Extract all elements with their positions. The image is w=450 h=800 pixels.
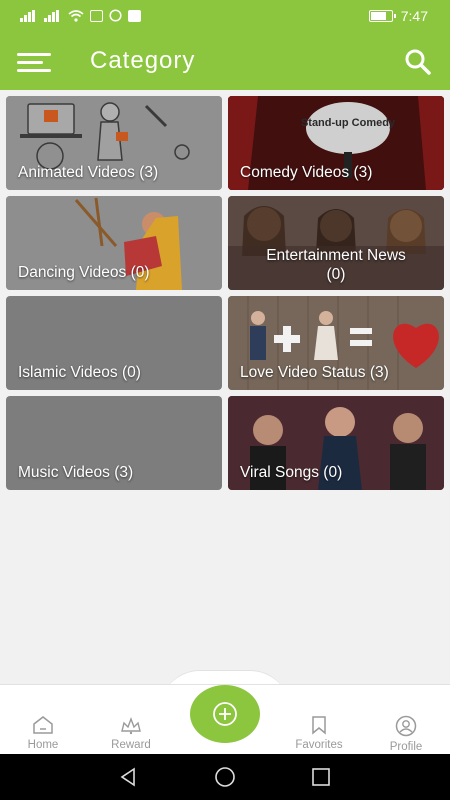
category-tile-music[interactable]: Music Videos (3) [6,396,222,490]
nav-reward[interactable]: Reward [96,715,166,751]
whatsapp-icon [109,9,122,22]
category-label: Music Videos (3) [18,464,134,481]
category-label: Dancing Videos (0) [18,264,150,281]
status-bar: 7:47 [0,0,450,34]
app-notification-icon [128,9,141,22]
category-tile-love[interactable]: Love Video Status (3) [228,296,444,390]
nav-reward-label: Reward [111,739,151,751]
recents-icon[interactable] [310,766,332,788]
category-tile-comedy[interactable]: Stand-up Comedy Comedy Videos (3) [228,96,444,190]
status-time: 7:47 [400,8,428,24]
add-icon [213,702,237,726]
back-icon[interactable] [118,766,140,788]
signal-icon [44,9,62,22]
category-label: Islamic Videos (0) [18,364,141,381]
nav-favorites-label: Favorites [295,739,343,751]
nav-profile-label: Profile [389,741,423,753]
category-label: Entertainment News (0) [228,246,444,284]
category-tile-viral[interactable]: Viral Songs (0) [228,396,444,490]
wifi-icon [68,9,84,22]
category-label: Animated Videos (3) [18,164,159,181]
page-title: Category [90,47,196,74]
profile-icon [395,715,417,737]
menu-icon[interactable] [17,50,53,74]
system-navigation-bar [0,754,450,800]
nav-home[interactable]: Home [8,715,78,751]
status-icons-left [20,9,141,22]
category-label-line: Entertainment News [266,247,406,264]
comedy-art-text: Stand-up Comedy [301,117,396,129]
battery-icon [368,10,396,22]
app-bar: Category [0,34,450,90]
home-circle-icon[interactable] [214,766,236,788]
category-label: Viral Songs (0) [240,464,343,481]
add-button[interactable] [190,685,260,743]
category-label: Comedy Videos (3) [240,164,373,181]
search-icon[interactable] [404,48,432,76]
category-tile-dancing[interactable]: Dancing Videos (0) [6,196,222,290]
bottom-navigation: Home Reward Favorites Profile [0,670,450,754]
nav-favorites[interactable]: Favorites [284,715,354,751]
facebook-icon [90,9,103,22]
status-icons-right: 7:47 [368,8,428,24]
category-label: Love Video Status (3) [240,364,389,381]
bookmark-icon [312,716,326,735]
category-tile-entertainment[interactable]: Entertainment News (0) [228,196,444,290]
home-icon [33,716,53,734]
reward-icon [121,717,141,735]
category-tile-animated[interactable]: Animated Videos (3) [6,96,222,190]
category-label-line: (0) [326,266,346,283]
signal-icon [20,9,38,22]
nav-profile[interactable]: Profile [371,715,441,753]
category-tile-islamic[interactable]: Islamic Videos (0) [6,296,222,390]
nav-home-label: Home [27,739,59,751]
